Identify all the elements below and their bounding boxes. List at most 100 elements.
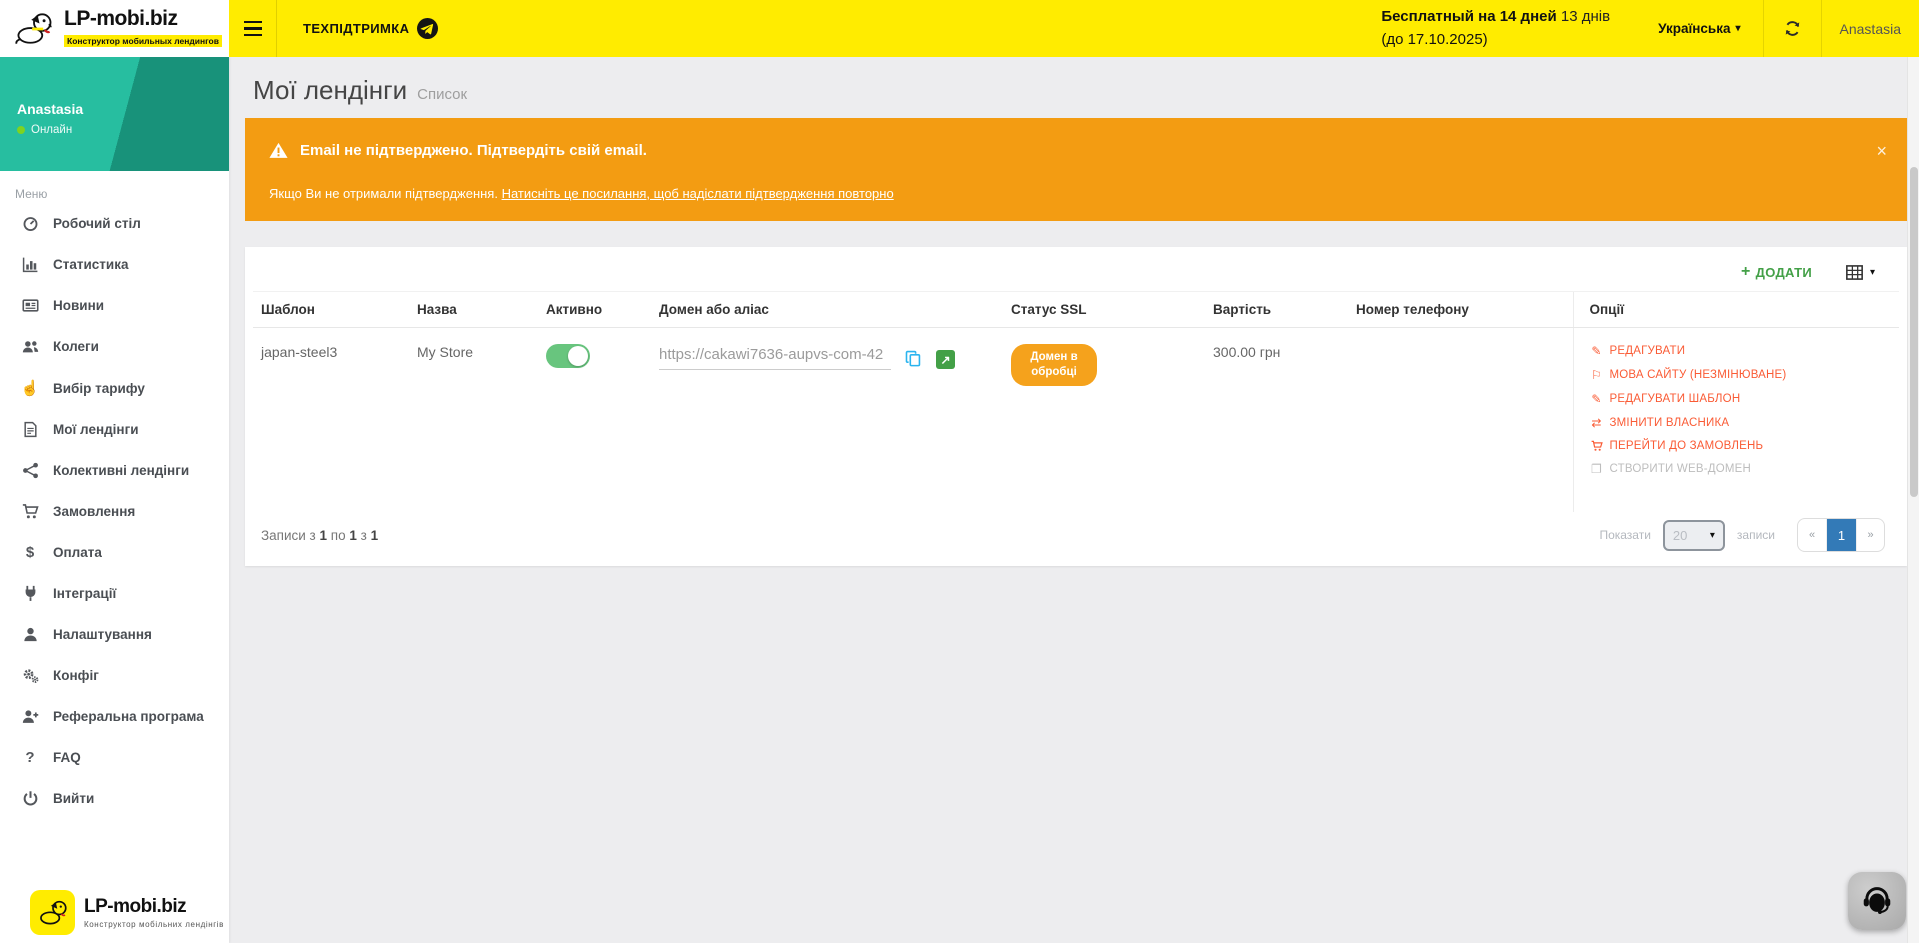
domain-input[interactable] (659, 344, 891, 370)
topbar-right: Бесплатный на 14 дней 13 днів (до 17.10.… (1381, 0, 1919, 57)
column-header-price: Вартість (1205, 292, 1348, 328)
add-button-label: ДОДАТИ (1756, 265, 1812, 280)
pagination-prev-button[interactable]: « (1798, 519, 1826, 551)
sidebar-item-faq[interactable]: ? FAQ (0, 737, 229, 778)
option-change-owner[interactable]: ⇄ ЗМІНИТИ ВЛАСНИКА (1590, 416, 1892, 430)
column-header-domain: Домен або аліас (651, 292, 1003, 328)
sidebar-item-label: Колективні лендінги (53, 463, 189, 478)
sidebar-item-statistics[interactable]: Статистика (0, 244, 229, 285)
telegram-icon (417, 18, 438, 39)
brand-subtitle: Конструктор мобильных лендингов (64, 35, 222, 47)
footer-brand-subtitle: Конструктор мобільних лендінгів (84, 920, 224, 929)
sidebar-item-label: Вибір тарифу (53, 381, 145, 396)
active-toggle[interactable] (546, 344, 590, 368)
question-icon: ? (19, 749, 41, 766)
trial-plan: Бесплатный на 14 дней (1381, 8, 1556, 25)
alert-message: Email не підтверджено. Підтвердіть свій … (300, 142, 647, 159)
column-header-active: Активно (538, 292, 651, 328)
pagination-next-button[interactable]: » (1856, 519, 1884, 551)
cell-price: 300.00 грн (1205, 328, 1348, 513)
sidebar-item-config[interactable]: Конфіг (0, 655, 229, 696)
sidebar-item-dashboard[interactable]: Робочий стіл (0, 203, 229, 244)
clone-icon: ❐ (1590, 462, 1604, 476)
colleagues-icon (19, 338, 41, 355)
sidebar-footer-logo[interactable]: LP-mobi.biz Конструктор мобільних лендін… (0, 890, 229, 935)
sidebar-item-my-landings[interactable]: Мої лендінги (0, 409, 229, 450)
page-subtitle: Список (417, 86, 467, 103)
sidebar-item-label: Колеги (53, 339, 99, 354)
sidebar-user-name: Anastasia (17, 101, 229, 117)
option-label: ЗМІНИТИ ВЛАСНИКА (1610, 417, 1730, 429)
support-link[interactable]: ТЕХПІДТРИМКА (277, 0, 464, 57)
edit-icon: ✎ (1590, 344, 1604, 358)
copy-domain-button[interactable] (905, 350, 922, 370)
menu-section-label: Меню (0, 171, 229, 203)
pagination: « 1 » (1797, 518, 1885, 552)
cell-template: japan-steel3 (253, 328, 409, 513)
plus-icon: + (1741, 263, 1751, 281)
sidebar-item-label: FAQ (53, 750, 81, 765)
brand-title: LP-mobi.biz (64, 8, 222, 30)
pagination-page-1-button[interactable]: 1 (1826, 519, 1856, 551)
sidebar-user-panel: Anastasia Онлайн (0, 57, 229, 171)
option-label: ПЕРЕЙТИ ДО ЗАМОВЛЕНЬ (1610, 440, 1764, 452)
sidebar-item-integrations[interactable]: Інтеграції (0, 573, 229, 614)
sidebar-item-settings[interactable]: Налаштування (0, 614, 229, 655)
plug-icon (19, 585, 41, 602)
sidebar-item-logout[interactable]: Вийти (0, 778, 229, 819)
sidebar-item-payment[interactable]: $ Оплата (0, 532, 229, 573)
scrollbar-thumb[interactable] (1910, 167, 1918, 497)
table-columns-button[interactable]: ▾ (1846, 265, 1875, 280)
trial-until: (до 17.10.2025) (1381, 29, 1610, 52)
chevron-down-icon: ▾ (1710, 530, 1715, 541)
sidebar-item-referral[interactable]: Реферальна програма (0, 696, 229, 737)
vertical-scrollbar[interactable] (1907, 57, 1919, 943)
sidebar-item-label: Замовлення (53, 504, 135, 519)
column-header-name: Назва (409, 292, 538, 328)
column-header-ssl: Статус SSL (1003, 292, 1205, 328)
sidebar-item-collective-landings[interactable]: Колективні лендінги (0, 450, 229, 491)
table-footer: Записи з 1 по 1 з 1 Показати 20 ▾ записи… (253, 512, 1899, 566)
support-chat-button[interactable] (1848, 872, 1906, 930)
language-selector[interactable]: Українська ▾ (1636, 21, 1762, 36)
sidebar-item-colleagues[interactable]: Колеги (0, 326, 229, 367)
cart-icon (19, 503, 41, 520)
sidebar-item-orders[interactable]: Замовлення (0, 491, 229, 532)
refresh-icon (1784, 20, 1801, 37)
open-landing-button[interactable]: ↗ (936, 350, 955, 369)
share-icon (19, 462, 41, 479)
option-label: МОВА САЙТУ (НЕЗМІНЮВАНЕ) (1610, 369, 1787, 381)
option-go-to-orders[interactable]: ПЕРЕЙТИ ДО ЗАМОВЛЕНЬ (1590, 440, 1892, 452)
dog-mascot-icon (12, 10, 56, 48)
add-landing-button[interactable]: + ДОДАТИ (1741, 263, 1812, 281)
records-label: записи (1737, 528, 1775, 542)
news-icon (19, 297, 41, 314)
brand-logo[interactable]: LP-mobi.biz Конструктор мобильных лендин… (0, 0, 229, 57)
landings-panel: + ДОДАТИ ▾ Шаблон Назва Активно Домен аб… (245, 247, 1907, 566)
sidebar-item-label: Статистика (53, 257, 128, 272)
gears-icon (19, 667, 41, 684)
resend-confirmation-link[interactable]: Натисніть це посилання, щоб надіслати пі… (502, 186, 894, 201)
trial-days-left: 13 днів (1557, 8, 1610, 25)
power-icon (19, 790, 41, 807)
menu-toggle-button[interactable] (229, 0, 277, 57)
table-grid-icon (1846, 265, 1863, 280)
option-label: СТВОРИТИ WEB-ДОМЕН (1610, 463, 1752, 475)
email-warning-banner: Email не підтверджено. Підтвердіть свій … (245, 118, 1907, 221)
main-content: Мої лендінги Список Email не підтверджен… (229, 57, 1919, 943)
close-icon[interactable]: × (1876, 142, 1887, 160)
sidebar-item-news[interactable]: Новини (0, 285, 229, 326)
show-label: Показати (1599, 528, 1650, 542)
sidebar-item-label: Реферальна програма (53, 709, 204, 724)
refresh-button[interactable] (1764, 0, 1821, 57)
column-header-phone: Номер телефону (1348, 292, 1573, 328)
page-size-select: 20 ▾ (1663, 520, 1725, 551)
topbar-user-menu[interactable]: Anastasia (1822, 21, 1919, 37)
sidebar-item-tariff[interactable]: ☝ Вибір тарифу (0, 367, 229, 409)
table-header-row: Шаблон Назва Активно Домен або аліас Ста… (253, 292, 1899, 328)
chevron-down-icon: ▾ (1735, 23, 1740, 34)
landings-table: Шаблон Назва Активно Домен або аліас Ста… (253, 291, 1899, 512)
option-edit[interactable]: ✎ РЕДАГУВАТИ (1590, 344, 1892, 358)
option-edit-template[interactable]: ✎ РЕДАГУВАТИ ШАБЛОН (1590, 392, 1892, 406)
option-site-language[interactable]: ⚐ МОВА САЙТУ (НЕЗМІНЮВАНЕ) (1590, 368, 1892, 382)
